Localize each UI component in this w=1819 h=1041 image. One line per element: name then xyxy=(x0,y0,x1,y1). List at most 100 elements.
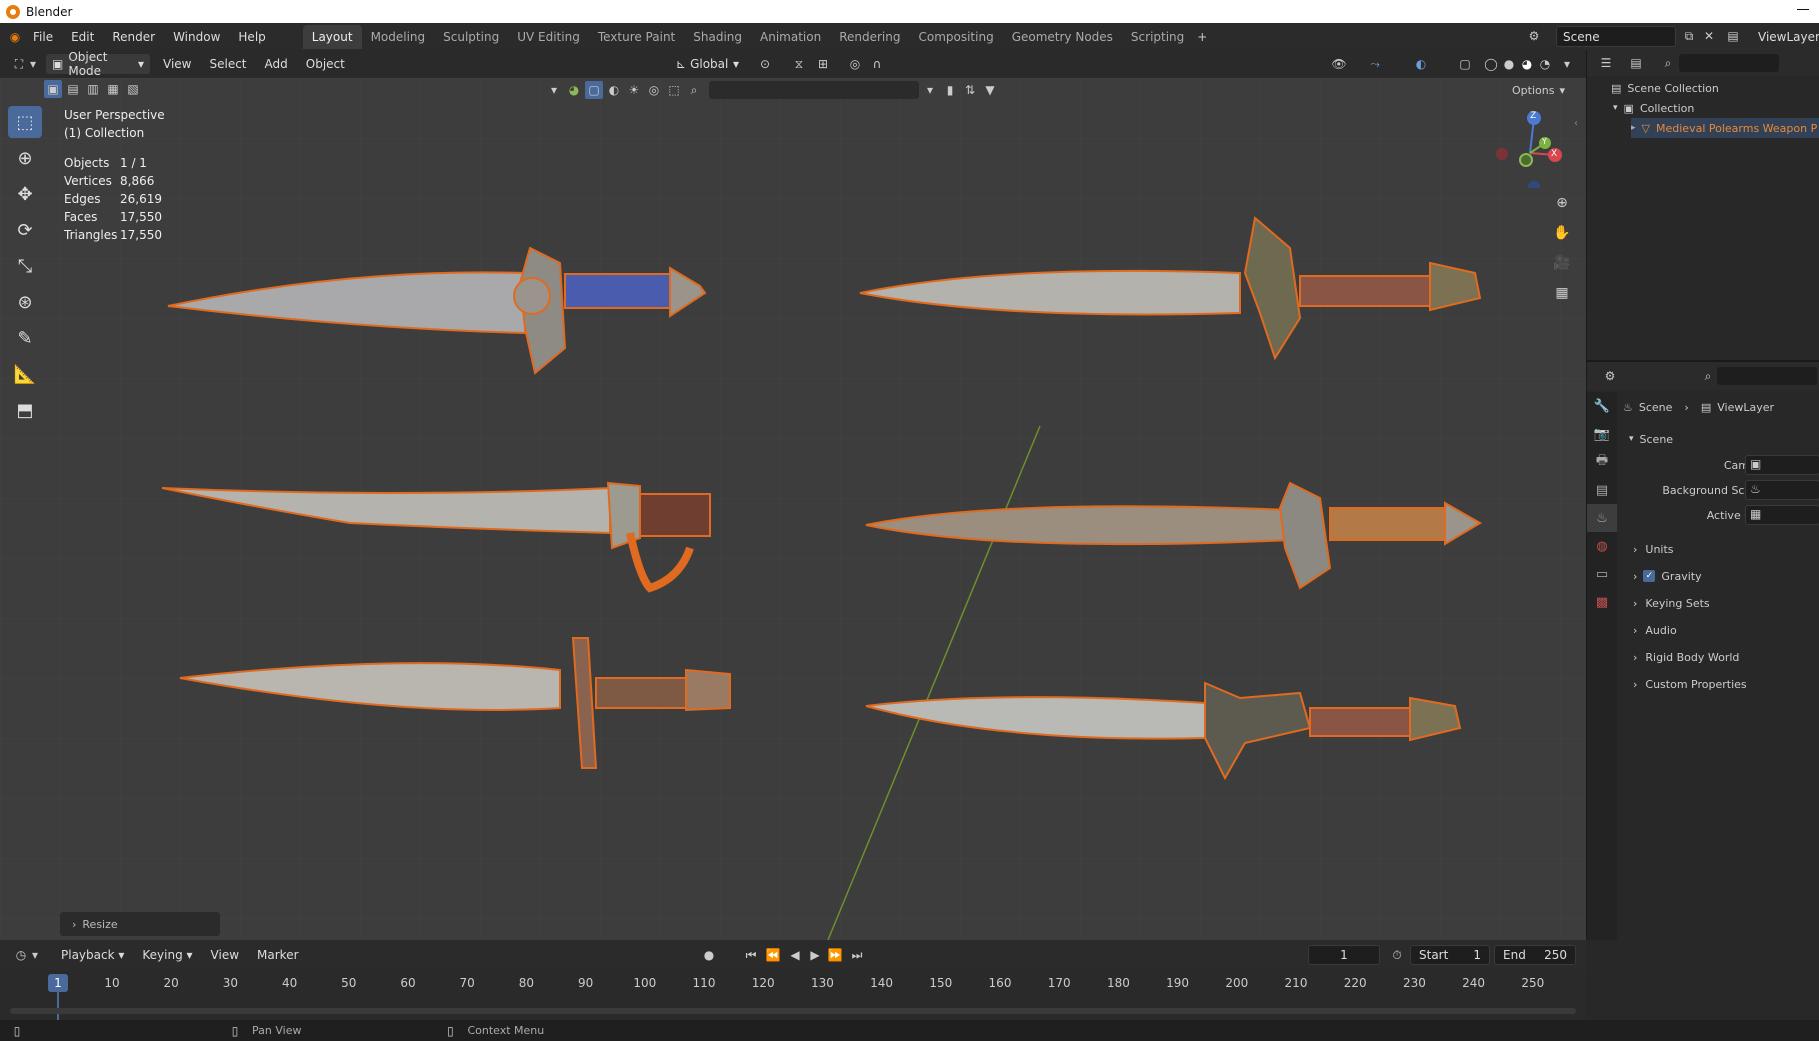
select-new-icon[interactable]: ▣ xyxy=(44,80,62,98)
menu-edit[interactable]: Edit xyxy=(62,30,103,44)
playhead-line[interactable] xyxy=(57,990,59,1020)
world-tab-icon[interactable]: ◍ xyxy=(1587,532,1617,560)
scene-selector-icon[interactable]: ⚙ xyxy=(1525,27,1543,45)
properties-editor-icon[interactable]: ⚙ xyxy=(1601,367,1619,385)
jump-start-icon[interactable]: ⏮ xyxy=(742,946,760,964)
add-cube-tool[interactable]: ⬒ xyxy=(8,394,42,426)
pivot-point-icon[interactable]: ⊙ xyxy=(756,55,774,73)
editor-type-icon[interactable]: ⛶ xyxy=(10,55,28,73)
select-extend-icon[interactable]: ▤ xyxy=(64,80,82,98)
filter-icon[interactable]: ▼ xyxy=(981,81,999,99)
jump-end-icon[interactable]: ⏭ xyxy=(848,946,866,964)
material-shading-icon[interactable]: ◕ xyxy=(1518,55,1536,73)
menu-select[interactable]: Select xyxy=(200,57,255,71)
annotate-tool[interactable]: ✎ xyxy=(8,322,42,354)
tab-compositing[interactable]: Compositing xyxy=(909,25,1002,49)
cursor-tool[interactable]: ⊕ xyxy=(8,142,42,174)
rotate-tool[interactable]: ⟳ xyxy=(8,214,42,246)
tab-texture-paint[interactable]: Texture Paint xyxy=(589,25,684,49)
move-tool[interactable]: ✥ xyxy=(8,178,42,210)
chevron-down-icon[interactable]: ▾ xyxy=(1558,55,1576,73)
tab-shading[interactable]: Shading xyxy=(684,25,751,49)
select-difference-icon[interactable]: ▦ xyxy=(104,80,122,98)
overlay-toggle-icon[interactable]: ◐ xyxy=(1412,55,1430,73)
mode-select[interactable]: ▣ Object Mode ▾ xyxy=(46,50,150,78)
output-tab-icon[interactable]: 🖶 xyxy=(1587,448,1617,476)
menu-marker[interactable]: Marker xyxy=(248,948,307,962)
outliner-collection[interactable]: ▾ ▣ Collection xyxy=(1613,98,1694,118)
camera-filter-icon[interactable]: ◎ xyxy=(645,81,663,99)
outliner-object-row[interactable]: ▸ ▽ Medieval Polearms Weapon P xyxy=(1631,118,1819,138)
view-layer-icon[interactable]: ▤ xyxy=(1724,27,1742,45)
menu-file[interactable]: File xyxy=(24,30,62,44)
rigid-body-world-panel[interactable]: › Rigid Body World xyxy=(1633,646,1739,668)
render-tab-icon[interactable]: 📷 xyxy=(1587,420,1617,448)
scene-tab-icon[interactable]: ♨ xyxy=(1587,504,1617,532)
audio-panel[interactable]: › Audio xyxy=(1633,619,1677,641)
play-reverse-icon[interactable]: ◀ xyxy=(786,946,804,964)
properties-search-input[interactable] xyxy=(1717,367,1817,385)
viewport-search-input[interactable] xyxy=(709,81,919,99)
tab-uv-editing[interactable]: UV Editing xyxy=(508,25,589,49)
tool-tab-icon[interactable]: 🔧 xyxy=(1587,392,1617,420)
menu-playback[interactable]: Playback ▾ xyxy=(52,948,133,962)
display-mode-icon[interactable]: ▤ xyxy=(1627,54,1645,72)
gravity-checkbox[interactable]: ✓ xyxy=(1643,570,1656,582)
expand-right-icon[interactable]: ▸ xyxy=(1631,123,1636,133)
outliner-search-input[interactable] xyxy=(1679,54,1779,72)
expand-down-icon[interactable]: ▾ xyxy=(1613,103,1618,113)
outliner-editor-icon[interactable]: ☰ xyxy=(1597,54,1615,72)
3d-viewport[interactable]: ⬚ ⊕ ✥ ⟳ ⤡ ⊛ ✎ 📐 ⬒ ▣ ▤ ▥ ▦ ▧ ▾ ◕ ▢ ◐ ☀ ◎ … xyxy=(0,78,1586,940)
xray-icon[interactable]: ▢ xyxy=(1456,55,1474,73)
rendered-shading-icon[interactable]: ◔ xyxy=(1536,55,1554,73)
sidebar-toggle-icon[interactable]: ‹ xyxy=(1574,118,1578,129)
record-icon[interactable]: ● xyxy=(700,946,718,964)
tab-geometry-nodes[interactable]: Geometry Nodes xyxy=(1003,25,1122,49)
minimize-icon[interactable] xyxy=(1797,9,1809,10)
wireframe-shading-icon[interactable]: ◯ xyxy=(1482,55,1500,73)
tab-sculpting[interactable]: Sculpting xyxy=(434,25,508,49)
background-scene-field[interactable]: ♨ xyxy=(1745,480,1819,500)
new-scene-icon[interactable]: ⧉ xyxy=(1680,27,1698,45)
view-layer-tab-icon[interactable]: ▤ xyxy=(1587,476,1617,504)
add-workspace-icon[interactable]: + xyxy=(1193,28,1211,46)
sort-icon[interactable]: ⇅ xyxy=(961,81,979,99)
tab-scripting[interactable]: Scripting xyxy=(1122,25,1193,49)
select-box-tool[interactable]: ⬚ xyxy=(8,106,42,138)
falloff-icon[interactable]: ∩ xyxy=(868,55,886,73)
menu-timeline-view[interactable]: View xyxy=(202,948,248,962)
menu-keying[interactable]: Keying ▾ xyxy=(133,948,201,962)
camera-field[interactable]: ▣ xyxy=(1745,455,1819,475)
blender-menu-icon[interactable]: ◉ xyxy=(6,28,24,46)
bookmark-icon[interactable]: ▮ xyxy=(941,81,959,99)
tab-modeling[interactable]: Modeling xyxy=(362,25,435,49)
scene-field[interactable]: Scene xyxy=(1556,26,1676,47)
zoom-icon[interactable]: ⊕ xyxy=(1549,190,1575,216)
current-frame-field[interactable]: 1 xyxy=(1308,945,1380,965)
gizmo-toggle-icon[interactable]: ⤳ xyxy=(1366,55,1384,73)
solid-shading-icon[interactable]: ● xyxy=(1500,55,1518,73)
snap-icon[interactable]: ⧖ xyxy=(790,55,808,73)
timeline-ruler[interactable]: 10 20 30 40 50 60 70 80 90 100 110 120 130 140 150 160 1… xyxy=(0,970,1586,1020)
menu-help[interactable]: Help xyxy=(229,30,274,44)
scale-tool[interactable]: ⤡ xyxy=(8,250,42,282)
mesh-filter-icon[interactable]: ▢ xyxy=(585,81,603,99)
tab-rendering[interactable]: Rendering xyxy=(830,25,909,49)
menu-object[interactable]: Object xyxy=(297,57,354,71)
last-operator-panel[interactable]: › Resize xyxy=(60,912,220,936)
active-clip-field[interactable]: ▦ xyxy=(1745,505,1819,525)
units-panel[interactable]: › Units xyxy=(1633,538,1674,560)
start-frame-field[interactable]: Start 1 xyxy=(1410,945,1490,965)
menu-render[interactable]: Render xyxy=(103,30,164,44)
keying-sets-panel[interactable]: › Keying Sets xyxy=(1633,592,1710,614)
scene-section-header[interactable]: ▾ Scene xyxy=(1629,428,1673,450)
visibility-icon[interactable]: 👁 xyxy=(1330,55,1348,73)
measure-tool[interactable]: 📐 xyxy=(8,358,42,390)
select-intersect-icon[interactable]: ▧ xyxy=(124,80,142,98)
ortho-toggle-icon[interactable]: ▦ xyxy=(1549,280,1575,306)
snap-target-icon[interactable]: ⊞ xyxy=(814,55,832,73)
select-subtract-icon[interactable]: ▥ xyxy=(84,80,102,98)
next-keyframe-icon[interactable]: ⏩ xyxy=(826,946,844,964)
object-types-icon[interactable]: ◕ xyxy=(565,81,583,99)
prev-keyframe-icon[interactable]: ⏪ xyxy=(764,946,782,964)
